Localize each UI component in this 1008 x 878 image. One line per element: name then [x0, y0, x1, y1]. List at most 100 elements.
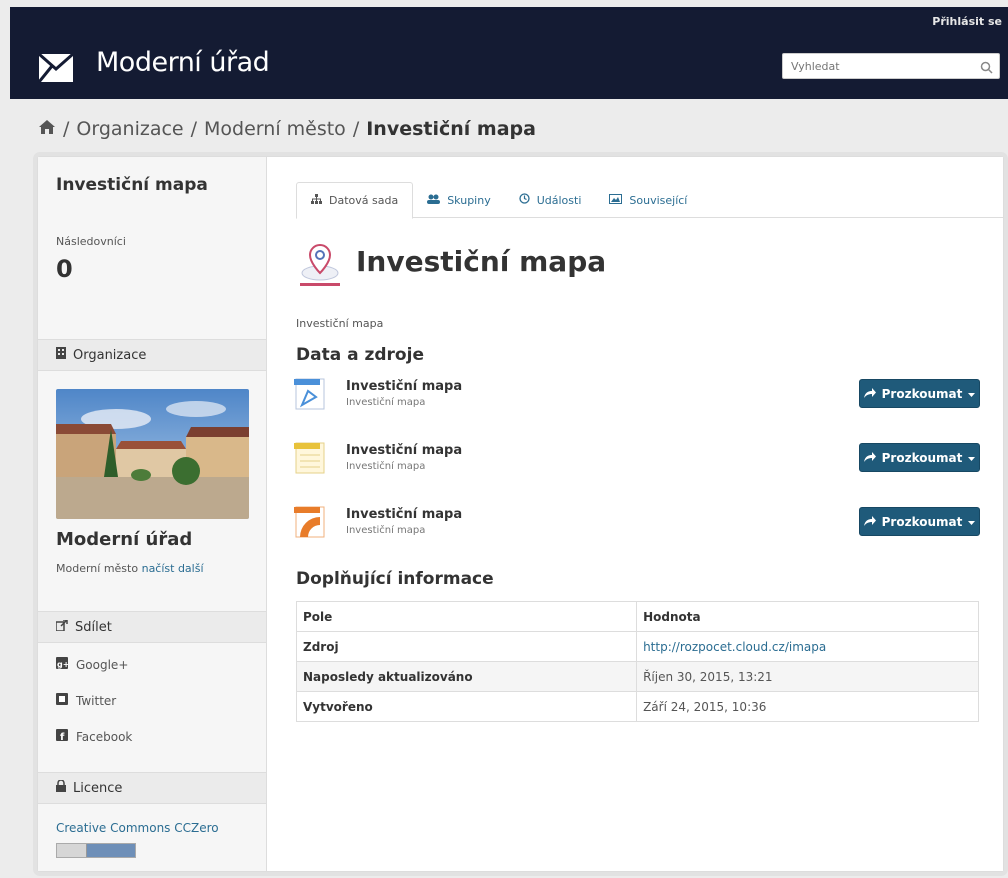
open-data-badge-icon[interactable]: [56, 843, 136, 858]
organization-description-text: Moderní město: [56, 562, 139, 575]
search-icon[interactable]: [980, 59, 993, 78]
tab-groups-label: Skupiny: [447, 193, 491, 207]
tab-activity-label: Události: [536, 193, 582, 207]
share-google-plus-label: Google+: [76, 657, 129, 672]
dataset-title: Investiční mapa: [356, 245, 607, 278]
row-field: Zdroj: [295, 631, 638, 662]
resource-item: Investiční mapa Investiční mapa Prozkoum…: [294, 377, 984, 417]
share-arrow-icon: [863, 451, 876, 465]
license-heading: Licence: [38, 772, 266, 804]
share-twitter-label: Twitter: [76, 693, 117, 708]
tab-groups[interactable]: Skupiny: [413, 182, 505, 218]
twitter-icon: [56, 693, 68, 708]
share-arrow-icon: [863, 387, 876, 401]
picture-icon: [609, 193, 623, 207]
resource-item: Investiční mapa Investiční mapa Prozkoum…: [294, 505, 984, 545]
feed-file-icon[interactable]: [294, 505, 328, 543]
dataset-icon: [298, 241, 342, 291]
organization-description: Moderní město načíst další: [56, 562, 204, 575]
breadcrumb-current: Investiční mapa: [366, 118, 536, 140]
row-value: http://rozpocet.cloud.cz/imapa: [636, 631, 979, 662]
resource-item: Investiční mapa Investiční mapa Prozkoum…: [294, 441, 984, 481]
resource-title[interactable]: Investiční mapa: [346, 507, 462, 522]
caret-down-icon: [968, 387, 976, 401]
table-row: Vytvořeno Září 24, 2015, 10:36: [295, 691, 979, 722]
breadcrumb-organization[interactable]: Moderní město: [204, 118, 346, 140]
organization-name[interactable]: Moderní úřad: [56, 529, 192, 550]
table-row: Naposledy aktualizováno Říjen 30, 2015, …: [295, 661, 979, 692]
resource-title[interactable]: Investiční mapa: [346, 379, 462, 394]
license-link[interactable]: Creative Commons CCZero: [56, 821, 219, 835]
clock-icon: [519, 193, 530, 207]
license-heading-label: Licence: [73, 780, 123, 796]
map-file-icon[interactable]: [294, 377, 328, 415]
dataset-description: Investiční mapa: [296, 317, 384, 330]
facebook-icon: f: [56, 729, 68, 744]
lock-icon: [56, 779, 66, 796]
building-icon: [56, 347, 66, 363]
main-content: Datová sada Skupiny Události Související: [268, 157, 1003, 871]
read-more-link[interactable]: načíst další: [142, 562, 204, 575]
envelope-logo-icon[interactable]: [37, 52, 74, 87]
share-heading: Sdílet: [38, 611, 266, 643]
search-input[interactable]: [783, 54, 963, 78]
share-twitter[interactable]: Twitter: [56, 693, 116, 708]
site-title[interactable]: Moderní úřad: [96, 47, 270, 78]
users-icon: [427, 194, 441, 207]
row-field: Naposledy aktualizováno: [295, 661, 638, 692]
explore-button-label: Prozkoumat: [881, 386, 963, 401]
svg-text:g+: g+: [57, 660, 68, 669]
explore-button[interactable]: Prozkoumat: [859, 443, 980, 472]
sidebar-title: Investiční mapa: [56, 175, 208, 195]
google-plus-icon: g+: [56, 657, 69, 672]
table-header-row: Pole Hodnota: [295, 601, 979, 632]
sitemap-icon: [311, 194, 322, 207]
followers-count: 0: [56, 255, 73, 283]
source-link[interactable]: http://rozpocet.cloud.cz/imapa: [643, 640, 826, 654]
sidebar: Investiční mapa Následovníci 0 Organizac…: [38, 157, 267, 871]
organization-heading: Organizace: [38, 339, 266, 371]
share-icon: [55, 618, 68, 635]
tab-activity[interactable]: Události: [505, 182, 596, 218]
tab-related[interactable]: Související: [595, 182, 701, 218]
followers-label: Následovníci: [56, 235, 126, 248]
resources-heading: Data a zdroje: [296, 345, 424, 365]
content-wrapper: Investiční mapa Následovníci 0 Organizac…: [37, 156, 1004, 872]
share-facebook-label: Facebook: [76, 729, 133, 744]
explore-button[interactable]: Prozkoumat: [859, 507, 980, 536]
row-field: Vytvořeno: [295, 691, 638, 722]
resource-description: Investiční mapa: [346, 461, 426, 472]
spreadsheet-file-icon[interactable]: [294, 441, 328, 479]
additional-info-table: Pole Hodnota Zdroj http://rozpocet.cloud…: [295, 601, 979, 722]
login-link[interactable]: Přihlásit se: [932, 15, 1002, 28]
breadcrumb-organizations[interactable]: Organizace: [76, 118, 183, 140]
share-heading-label: Sdílet: [75, 619, 112, 635]
organization-heading-label: Organizace: [73, 347, 147, 363]
resource-description: Investiční mapa: [346, 397, 426, 408]
search-box[interactable]: [782, 53, 1000, 79]
share-facebook[interactable]: f Facebook: [56, 729, 132, 744]
organization-image[interactable]: [56, 389, 249, 519]
share-google-plus[interactable]: g+ Google+: [56, 657, 128, 672]
breadcrumb: / Organizace / Moderní město / Investičn…: [38, 118, 536, 140]
tab-bar: Datová sada Skupiny Události Související: [296, 182, 1003, 219]
caret-down-icon: [968, 451, 976, 465]
column-header-field: Pole: [295, 601, 638, 632]
caret-down-icon: [968, 515, 976, 529]
column-header-value: Hodnota: [636, 601, 979, 632]
tab-dataset[interactable]: Datová sada: [296, 182, 414, 219]
tab-dataset-label: Datová sada: [329, 194, 399, 207]
share-arrow-icon: [863, 515, 876, 529]
row-value: Září 24, 2015, 10:36: [636, 691, 979, 722]
row-value: Říjen 30, 2015, 13:21: [636, 661, 979, 692]
home-icon[interactable]: [38, 118, 56, 140]
table-row: Zdroj http://rozpocet.cloud.cz/imapa: [295, 631, 979, 662]
resource-description: Investiční mapa: [346, 525, 426, 536]
explore-button-label: Prozkoumat: [881, 514, 963, 529]
svg-text:f: f: [60, 732, 65, 741]
site-header: Přihlásit se Moderní úřad: [10, 7, 1008, 99]
explore-button-label: Prozkoumat: [881, 450, 963, 465]
resource-title[interactable]: Investiční mapa: [346, 443, 462, 458]
explore-button[interactable]: Prozkoumat: [859, 379, 980, 408]
tab-related-label: Související: [629, 193, 688, 207]
